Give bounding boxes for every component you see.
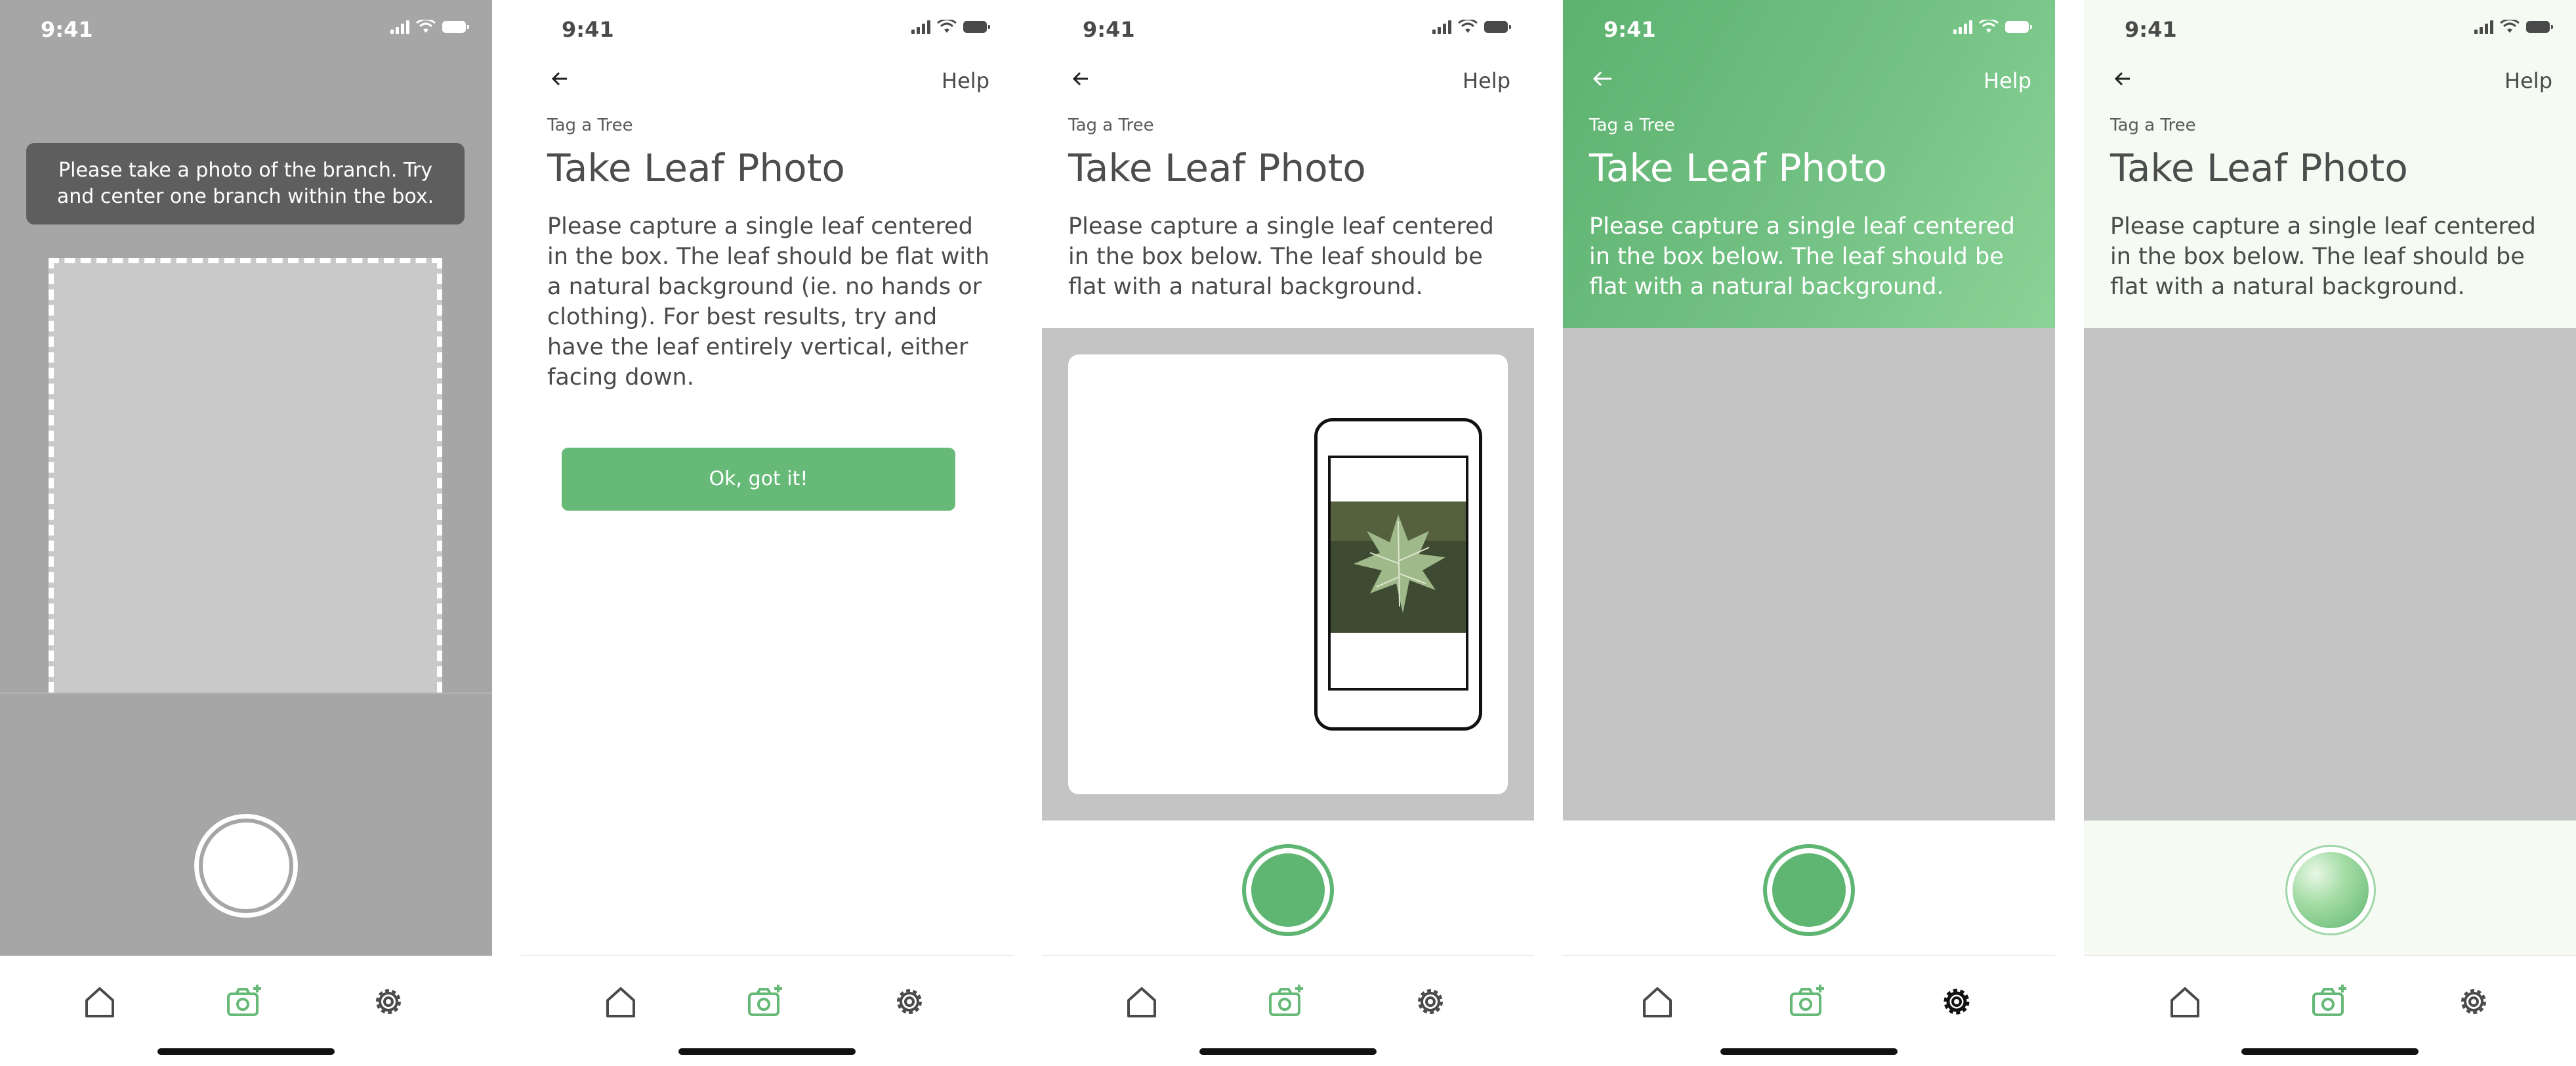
battery-icon — [1484, 21, 1511, 33]
tab-bar — [2084, 956, 2576, 1066]
camera-preview-area — [2084, 328, 2576, 821]
status-bar: 9:41 — [1563, 0, 2055, 59]
status-time: 9:41 — [1083, 17, 1135, 42]
status-bar: 9:41 — [521, 0, 1013, 59]
phone-illustration-screen — [1328, 456, 1468, 691]
status-time: 9:41 — [41, 17, 93, 42]
status-time: 9:41 — [1604, 17, 1656, 42]
shutter-button[interactable] — [194, 814, 298, 918]
status-icons — [1953, 20, 2032, 34]
home-icon[interactable] — [2165, 982, 2205, 1021]
status-icons — [911, 20, 990, 34]
instruction-text: Please capture a single leaf centered in… — [547, 213, 990, 391]
home-indicator — [1199, 1048, 1377, 1055]
cellular-signal-icon — [1953, 20, 1972, 34]
wifi-icon — [1979, 20, 1999, 33]
tab-bar — [1042, 956, 1534, 1066]
page-title: Take Leaf Photo — [1589, 146, 1887, 190]
settings-gear-icon[interactable] — [369, 982, 408, 1021]
screen-branch-camera: 9:41 Please take a photo of the branch. … — [0, 0, 492, 1066]
page-kicker: Tag a Tree — [1589, 116, 1675, 135]
battery-icon — [2005, 21, 2032, 33]
home-icon[interactable] — [80, 982, 119, 1021]
camera-plus-icon[interactable] — [1787, 982, 1827, 1021]
status-icons — [1432, 20, 1511, 34]
shutter-button[interactable] — [1763, 844, 1855, 936]
instruction-text: Please capture a single leaf centered in… — [2110, 213, 2536, 300]
status-icons — [2474, 20, 2553, 34]
ok-got-it-button[interactable]: Ok, got it! — [562, 448, 955, 511]
instruction-text: Please capture a single leaf centered in… — [1589, 213, 2015, 300]
instruction-text: Please capture a single leaf centered in… — [1068, 213, 1494, 300]
camera-preview-area — [1563, 328, 2055, 821]
example-card — [1068, 354, 1508, 794]
tab-bar — [521, 956, 1013, 1066]
home-icon[interactable] — [1122, 982, 1161, 1021]
page-title: Take Leaf Photo — [547, 146, 845, 190]
camera-plus-icon[interactable] — [745, 982, 785, 1021]
status-icons — [390, 20, 469, 34]
battery-icon — [442, 21, 469, 33]
page-kicker: Tag a Tree — [1068, 116, 1154, 135]
tab-bar — [0, 956, 492, 1066]
help-link[interactable]: Help — [1984, 68, 2031, 93]
capture-guide-box — [49, 258, 442, 693]
help-link[interactable]: Help — [942, 68, 989, 93]
settings-gear-icon[interactable] — [1937, 982, 1976, 1021]
home-indicator — [678, 1048, 856, 1055]
home-indicator — [2241, 1048, 2419, 1055]
camera-plus-icon[interactable] — [2310, 982, 2349, 1021]
screen-leaf-camera-pale: 9:41 Help Tag a Tree Take Leaf Photo Ple… — [2084, 0, 2576, 1066]
arrow-left-icon[interactable] — [1589, 66, 1615, 92]
home-indicator — [1720, 1048, 1898, 1055]
arrow-left-icon[interactable] — [547, 66, 573, 92]
tab-bar — [1563, 956, 2055, 1066]
help-link[interactable]: Help — [1463, 68, 1510, 93]
shutter-button[interactable] — [2285, 845, 2376, 935]
status-time: 9:41 — [2125, 17, 2177, 42]
battery-icon — [2526, 21, 2553, 33]
camera-plus-icon[interactable] — [1266, 982, 1306, 1021]
status-time: 9:41 — [562, 17, 614, 42]
cellular-signal-icon — [2474, 20, 2493, 34]
page-kicker: Tag a Tree — [547, 116, 633, 135]
screen-leaf-camera-example: 9:41 Help Tag a Tree Take Leaf Photo Ple… — [1042, 0, 1534, 1066]
screen-leaf-instructions: 9:41 Help Tag a Tree Take Leaf Photo Ple… — [521, 0, 1013, 1066]
home-icon[interactable] — [1638, 982, 1677, 1021]
settings-gear-icon[interactable] — [890, 982, 929, 1021]
shutter-button[interactable] — [1242, 844, 1334, 936]
wifi-icon — [937, 20, 957, 33]
screen-leaf-camera-green-header: 9:41 Help Tag a Tree Take Leaf Photo Ple… — [1563, 0, 2055, 1066]
cellular-signal-icon — [911, 20, 930, 34]
status-bar: 9:41 — [2084, 0, 2576, 59]
leaf-photo — [1331, 501, 1466, 633]
instruction-tooltip: Please take a photo of the branch. Try a… — [26, 143, 465, 224]
status-bar: 9:41 — [1042, 0, 1534, 59]
page-title: Take Leaf Photo — [2110, 146, 2408, 190]
wifi-icon — [2500, 20, 2520, 33]
settings-gear-icon[interactable] — [2454, 982, 2493, 1021]
camera-plus-icon[interactable] — [224, 982, 264, 1021]
page-title: Take Leaf Photo — [1068, 146, 1366, 190]
help-link[interactable]: Help — [2504, 68, 2552, 93]
phone-illustration — [1314, 418, 1482, 731]
home-indicator — [157, 1048, 335, 1055]
cellular-signal-icon — [1432, 20, 1451, 34]
status-bar: 9:41 — [0, 0, 492, 59]
battery-icon — [963, 21, 990, 33]
arrow-left-icon[interactable] — [2110, 66, 2136, 92]
arrow-left-icon[interactable] — [1068, 66, 1094, 92]
settings-gear-icon[interactable] — [1411, 982, 1450, 1021]
wifi-icon — [416, 20, 436, 33]
wifi-icon — [1458, 20, 1478, 33]
cellular-signal-icon — [390, 20, 409, 34]
home-icon[interactable] — [601, 982, 640, 1021]
page-kicker: Tag a Tree — [2110, 116, 2196, 135]
